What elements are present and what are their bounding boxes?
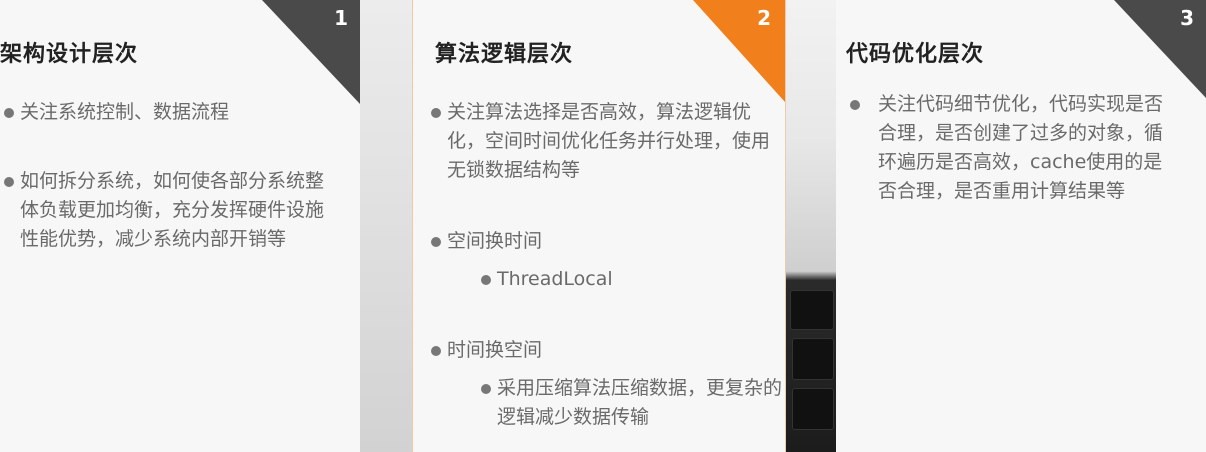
bullet-item: 如何拆分系统，如何使各部分系统整体负载更加均衡，充分发挥硬件设施性能优势，减少系… (2, 167, 332, 254)
panel-algorithm: 2 算法逻辑层次 关注算法选择是否高效，算法逻辑优化，空间时间优化任务并行处理，… (412, 0, 786, 452)
background-photo-strip (360, 0, 412, 452)
panel-architecture: 1 架构设计层次 关注系统控制、数据流程 如何拆分系统，如何使各部分系统整体负载… (0, 0, 360, 452)
sub-bullet-item: 采用压缩算法压缩数据，更复杂的逻辑减少数据传输 (479, 374, 785, 432)
bullet-item: 空间换时间 (429, 227, 781, 256)
panel-number: 1 (334, 6, 348, 30)
bullet-item: 关注算法选择是否高效，算法逻辑优化，空间时间优化任务并行处理，使用无锁数据结构等 (429, 98, 781, 185)
panel-number: 3 (1180, 6, 1194, 30)
panel-title: 代码优化层次 (846, 42, 985, 67)
bullet-item: 时间换空间 (429, 336, 781, 365)
bullet-item: 关注系统控制、数据流程 (2, 98, 332, 127)
panel-content: 关注系统控制、数据流程 如何拆分系统，如何使各部分系统整体负载更加均衡，充分发挥… (2, 98, 332, 254)
panel-content: 关注算法选择是否高效，算法逻辑优化，空间时间优化任务并行处理，使用无锁数据结构等… (429, 98, 782, 432)
sub-bullet-item: ThreadLocal (479, 265, 781, 294)
panel-title: 架构设计层次 (0, 42, 139, 67)
corner-triangle (693, 0, 785, 102)
panel-content: 关注代码细节优化，代码实现是否合理，是否创建了过多的对象，循环遍历是否高效，ca… (846, 90, 1176, 206)
keyboard-key (792, 388, 834, 430)
bullet-item: 关注代码细节优化，代码实现是否合理，是否创建了过多的对象，循环遍历是否高效，ca… (846, 90, 1178, 206)
keyboard-key (790, 290, 834, 330)
panel-code: 3 代码优化层次 关注代码细节优化，代码实现是否合理，是否创建了过多的对象，循环… (836, 0, 1206, 452)
keyboard-key (792, 338, 834, 380)
panel-title: 算法逻辑层次 (435, 42, 574, 67)
background-keyboard-strip (786, 0, 836, 452)
slide: 1 架构设计层次 关注系统控制、数据流程 如何拆分系统，如何使各部分系统整体负载… (0, 0, 1206, 452)
panel-number: 2 (757, 6, 771, 30)
